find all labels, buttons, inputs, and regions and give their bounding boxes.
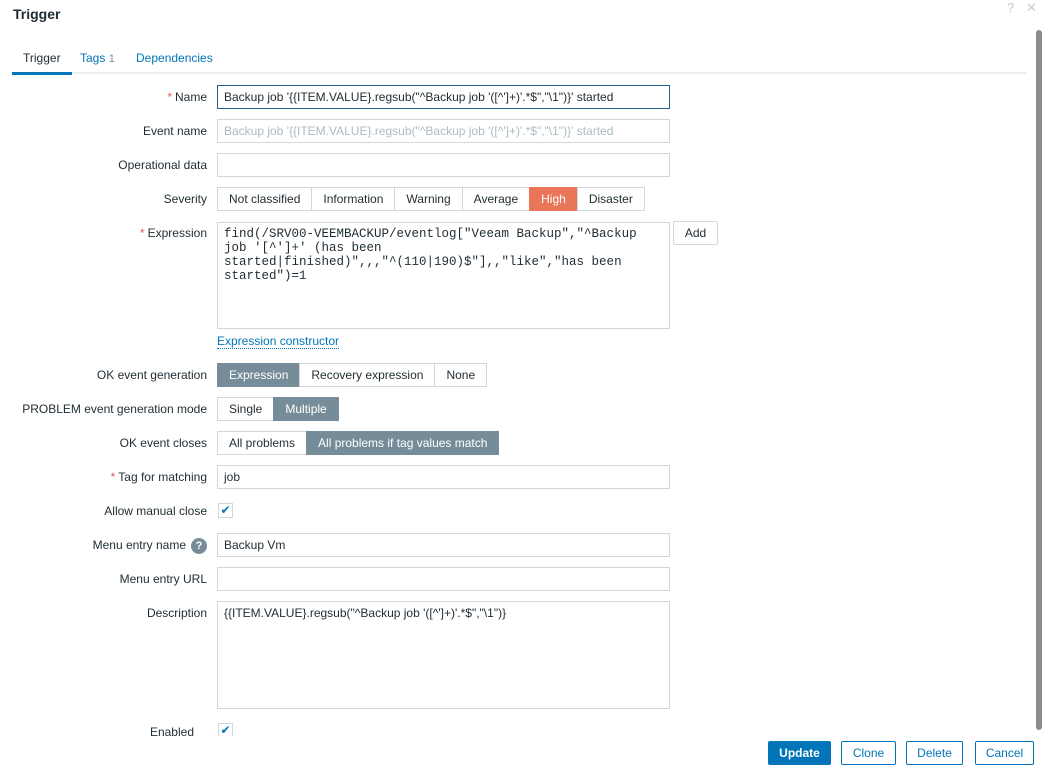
ok-event-generation-selector: Expression Recovery expression None: [217, 363, 488, 387]
allow-manual-close-checkbox[interactable]: ✔: [218, 503, 233, 518]
problem-mode-multiple[interactable]: Multiple: [273, 397, 339, 421]
enabled-row-clip: Enabled ✔: [0, 720, 1030, 736]
expression-constructor-link[interactable]: Expression constructor: [217, 334, 340, 349]
tags-count: 1: [108, 53, 115, 65]
severity-high[interactable]: High: [529, 187, 578, 211]
expression-label: * Expression: [139, 226, 207, 240]
ok-closes-tag-match[interactable]: All problems if tag values match: [306, 431, 500, 455]
enabled-checkbox[interactable]: ✔: [218, 723, 233, 736]
update-button[interactable]: Update: [768, 741, 831, 765]
ok-event-generation-label: OK event generation: [96, 368, 207, 382]
tag-for-matching-label: * Tag for matching: [110, 470, 207, 484]
operational-data-input[interactable]: [217, 153, 670, 177]
enabled-label: Enabled: [149, 725, 194, 736]
severity-warning[interactable]: Warning: [394, 187, 463, 211]
menu-entry-url-label: Menu entry URL: [119, 572, 207, 586]
menu-entry-name-input[interactable]: Backup Vm: [217, 533, 670, 557]
ok-gen-recovery-expression[interactable]: Recovery expression: [299, 363, 436, 387]
cancel-button[interactable]: Cancel: [975, 741, 1034, 765]
tag-for-matching-input[interactable]: job: [217, 465, 670, 489]
event-name-input[interactable]: Backup job '{{ITEM.VALUE}.regsub("^Backu…: [217, 119, 670, 143]
menu-entry-url-input[interactable]: [217, 567, 670, 591]
ok-gen-none[interactable]: None: [434, 363, 488, 387]
ok-gen-expression[interactable]: Expression: [217, 363, 301, 387]
expression-textarea[interactable]: find(/SRV00-VEEMBACKUP/eventlog["Veeam B…: [217, 222, 670, 329]
dialog-title: Trigger: [13, 6, 61, 22]
description-textarea[interactable]: {{ITEM.VALUE}.regsub("^Backup job '([^']…: [217, 601, 670, 709]
severity-selector: Not classified Information Warning Avera…: [217, 187, 645, 211]
ok-event-closes-selector: All problems All problems if tag values …: [217, 431, 500, 455]
scrollbar[interactable]: [1036, 30, 1042, 730]
name-input[interactable]: Backup job '{{ITEM.VALUE}.regsub("^Backu…: [217, 85, 670, 109]
problem-mode-selector: Single Multiple: [217, 397, 339, 421]
severity-label: Severity: [163, 192, 207, 206]
tab-tags-label: Tags: [80, 51, 106, 65]
ok-closes-all-problems[interactable]: All problems: [217, 431, 308, 455]
tab-trigger[interactable]: Trigger: [12, 51, 72, 75]
tab-bar: Trigger Tags 1 Dependencies: [12, 46, 1027, 75]
severity-average[interactable]: Average: [461, 187, 531, 211]
severity-information[interactable]: Information: [311, 187, 396, 211]
severity-not-classified[interactable]: Not classified: [217, 187, 313, 211]
tab-dependencies[interactable]: Dependencies: [136, 51, 213, 65]
help-icon[interactable]: ?: [191, 537, 207, 554]
close-icon[interactable]: ✕: [1026, 0, 1037, 16]
operational-data-label: Operational data: [118, 158, 207, 172]
problem-mode-single[interactable]: Single: [217, 397, 275, 421]
ok-event-closes-label: OK event closes: [119, 436, 207, 450]
clone-button[interactable]: Clone: [841, 741, 896, 765]
help-icon[interactable]: ?: [1007, 0, 1014, 15]
description-label: Description: [146, 606, 207, 620]
severity-disaster[interactable]: Disaster: [576, 187, 645, 211]
event-name-label: Event name: [142, 124, 207, 138]
tab-tags[interactable]: Tags 1: [80, 51, 115, 65]
add-expression-button[interactable]: Add: [673, 221, 718, 245]
problem-mode-label: PROBLEM event generation mode: [22, 402, 207, 416]
delete-button[interactable]: Delete: [906, 741, 963, 765]
name-label: * Name: [167, 90, 207, 104]
menu-entry-name-label: Menu entry name?: [93, 533, 207, 557]
allow-manual-close-label: Allow manual close: [104, 504, 207, 518]
